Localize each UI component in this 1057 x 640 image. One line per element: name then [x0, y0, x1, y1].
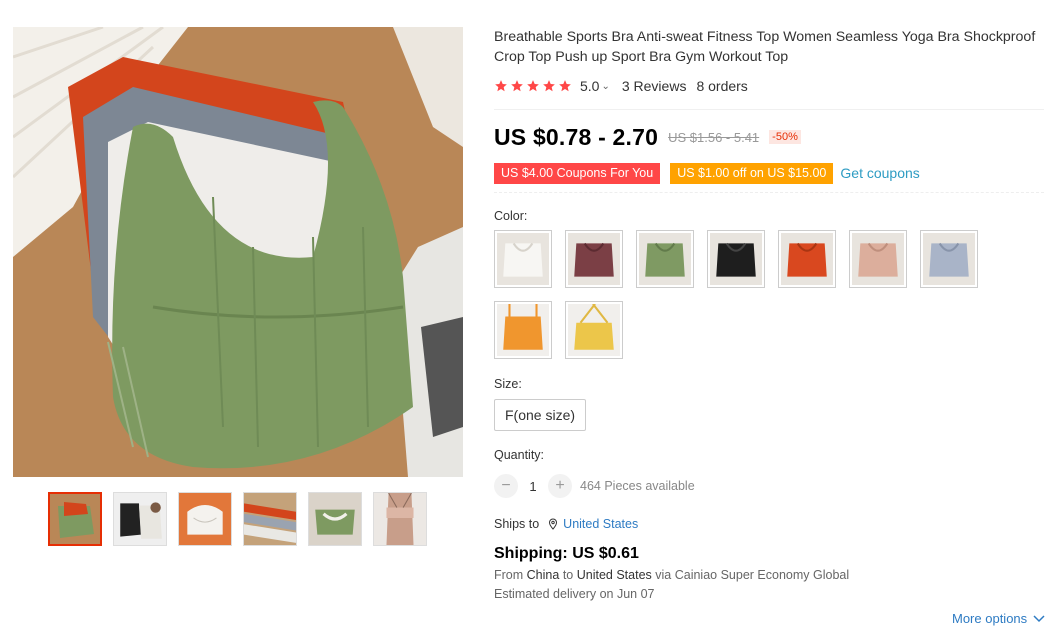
location-pin-icon — [549, 518, 558, 530]
quantity-label: Quantity: — [494, 448, 545, 462]
quantity-stepper: − 1 + 464 Pieces available — [494, 474, 1049, 498]
from-label: From — [494, 568, 524, 582]
more-options-label[interactable]: More options — [952, 611, 1027, 626]
ships-to-label: Ships to — [494, 517, 540, 531]
coupon-badge-store[interactable]: US $1.00 off on US $15.00 — [670, 162, 834, 184]
thumbnail-6[interactable] — [373, 492, 427, 546]
color-swatch-black[interactable] — [707, 230, 765, 288]
rating-value[interactable]: 5.0 — [580, 78, 599, 94]
product-info: Breathable Sports Bra Anti-sweat Fitness… — [494, 27, 1049, 601]
divider — [494, 192, 1044, 193]
size-option-button[interactable]: F(one size) — [494, 399, 587, 431]
shipping-price: Shipping: US $0.61 — [494, 545, 639, 562]
decrease-quantity-button[interactable]: − — [494, 474, 518, 498]
rating-row: 5.0 ⌄ 3 Reviews 8 orders — [494, 77, 1049, 95]
discount-badge: -50% — [769, 130, 801, 144]
star-icon — [559, 80, 571, 92]
shipping-method: via Cainiao Super Economy Global — [655, 568, 850, 582]
size-label: Size: — [494, 377, 522, 391]
to-label: to — [562, 568, 574, 582]
increase-quantity-button[interactable]: + — [548, 474, 572, 498]
origin-country: China — [526, 568, 560, 582]
thumbnail-3[interactable] — [178, 492, 232, 546]
original-price: US $1.56 - 5.41 — [668, 129, 760, 145]
coupon-row: US $4.00 Coupons For You US $1.00 off on… — [494, 162, 1049, 184]
thumbnail-strip — [48, 492, 427, 546]
divider — [494, 109, 1044, 110]
more-options-link[interactable]: More options — [952, 611, 1045, 626]
stock-available: 464 Pieces available — [580, 479, 695, 493]
color-swatch-wine[interactable] — [565, 230, 623, 288]
shipping-route: From China to United States via Cainiao … — [494, 568, 1049, 582]
orders-count: 8 orders — [696, 78, 748, 94]
color-swatch-green[interactable] — [636, 230, 694, 288]
destination-country: United States — [576, 568, 652, 582]
thumbnail-2[interactable] — [113, 492, 167, 546]
product-title: Breathable Sports Bra Anti-sweat Fitness… — [494, 29, 1036, 65]
thumbnail-4[interactable] — [243, 492, 297, 546]
main-product-image[interactable] — [13, 27, 463, 477]
chevron-down-icon[interactable]: ⌄ — [601, 81, 609, 92]
quantity-value[interactable]: 1 — [518, 479, 548, 494]
color-swatch-white[interactable] — [494, 230, 552, 288]
coupon-badge-new-user[interactable]: US $4.00 Coupons For You — [494, 162, 661, 184]
star-icon — [495, 80, 507, 92]
reviews-link[interactable]: 3 Reviews — [622, 78, 687, 94]
get-coupons-link[interactable]: Get coupons — [840, 165, 919, 181]
current-price: US $0.78 - 2.70 — [494, 123, 659, 150]
ships-to-country[interactable]: United States — [563, 517, 638, 531]
color-swatch-yellow[interactable] — [565, 301, 623, 359]
price-row: US $0.78 - 2.70 US $1.56 - 5.41 -50% — [494, 122, 1049, 152]
color-swatches — [494, 230, 984, 359]
star-icon — [527, 80, 539, 92]
thumbnail-1[interactable] — [48, 492, 102, 546]
color-swatch-pink[interactable] — [849, 230, 907, 288]
star-icon — [511, 80, 523, 92]
chevron-down-icon[interactable] — [1033, 614, 1045, 623]
ships-to-row: Ships to United States — [494, 517, 1049, 531]
color-swatch-orange[interactable] — [778, 230, 836, 288]
color-label: Color: — [494, 209, 528, 223]
thumbnail-5[interactable] — [308, 492, 362, 546]
estimated-delivery: Estimated delivery on Jun 07 — [494, 587, 655, 601]
star-icon — [543, 80, 555, 92]
color-swatch-yellow-orange[interactable] — [494, 301, 552, 359]
star-rating — [494, 79, 572, 93]
color-swatch-blue[interactable] — [920, 230, 978, 288]
